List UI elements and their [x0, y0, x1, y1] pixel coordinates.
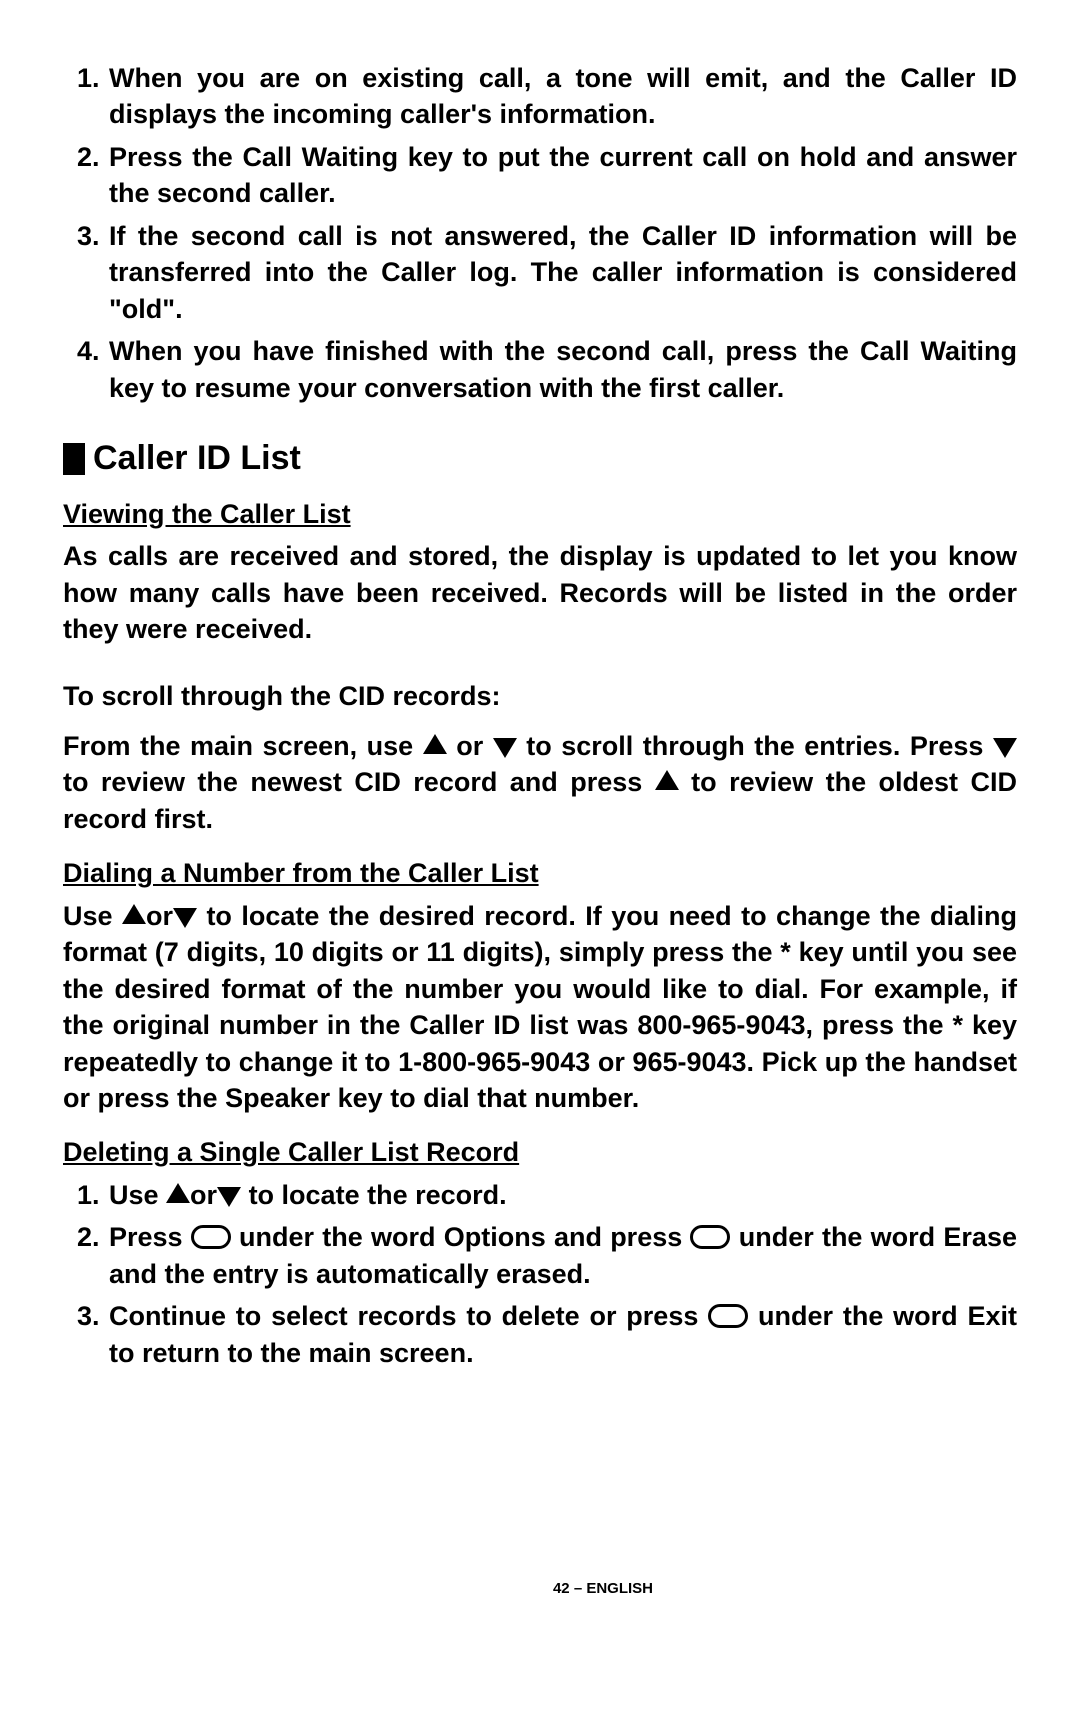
subheading-viewing: Viewing the Caller List — [63, 496, 1017, 532]
numbered-list-delete: Use or to locate the record. Press under… — [63, 1177, 1017, 1371]
key-name: Options — [444, 1222, 546, 1252]
body-text: Use or to locate the desired record. If … — [63, 898, 1017, 1117]
text-fragment: and press — [546, 1222, 683, 1252]
text-fragment: to locate the record. — [249, 1180, 507, 1210]
text-fragment: or — [146, 901, 173, 931]
text-fragment: key to dial that number. — [330, 1083, 639, 1113]
soft-key-icon — [191, 1225, 231, 1249]
body-text: key to resume your conversation with the… — [109, 373, 784, 403]
bullet-square-icon — [63, 443, 85, 475]
down-arrow-icon — [493, 738, 517, 758]
text-fragment: or — [190, 1180, 217, 1210]
up-arrow-icon — [166, 1183, 190, 1203]
text-fragment: Use — [63, 901, 113, 931]
text-fragment: to review the newest CID record and pres… — [63, 767, 642, 797]
list-item: When you have finished with the second c… — [107, 333, 1017, 406]
text-fragment: and the entry is automatically erased. — [109, 1259, 591, 1289]
body-text: If the second call is not answered, the … — [109, 221, 1017, 324]
up-arrow-icon — [423, 734, 447, 754]
down-arrow-icon — [217, 1187, 241, 1207]
text-fragment: to return to the main screen. — [109, 1338, 474, 1368]
body-text: As calls are received and stored, the di… — [63, 538, 1017, 647]
list-item: Press the Call Waiting key to put the cu… — [107, 139, 1017, 212]
list-item: Press under the word Options and press u… — [107, 1219, 1017, 1292]
subheading-deleting: Deleting a Single Caller List Record — [63, 1134, 1017, 1170]
body-text: To scroll through the CID records: — [63, 678, 1017, 714]
soft-key-icon — [690, 1225, 730, 1249]
section-title: Caller ID List — [93, 436, 301, 482]
list-item: When you are on existing call, a tone wi… — [107, 60, 1017, 133]
text-fragment: to locate the desired record. If you nee… — [63, 901, 1017, 1113]
text-fragment: under the word — [239, 1222, 444, 1252]
numbered-list-intro: When you are on existing call, a tone wi… — [63, 60, 1017, 406]
list-item: Use or to locate the record. — [107, 1177, 1017, 1213]
body-text: From the main screen, use or to scroll t… — [63, 728, 1017, 837]
text-fragment: Use — [109, 1180, 159, 1210]
up-arrow-icon — [122, 904, 146, 924]
text-fragment: under the word — [739, 1222, 944, 1252]
list-item: Continue to select records to delete or … — [107, 1298, 1017, 1371]
body-text: Press the — [109, 142, 242, 172]
key-name: Exit — [967, 1301, 1017, 1331]
text-fragment: to scroll through the entries. Press — [526, 731, 983, 761]
subheading-dialing: Dialing a Number from the Caller List — [63, 855, 1017, 891]
down-arrow-icon — [993, 738, 1017, 758]
down-arrow-icon — [173, 908, 197, 928]
text-fragment: Press — [109, 1222, 183, 1252]
section-heading: Caller ID List — [63, 436, 1017, 482]
up-arrow-icon — [655, 770, 679, 790]
body-text: When you have finished with the second c… — [109, 336, 860, 366]
key-name: Erase — [943, 1222, 1017, 1252]
key-name: Call Waiting — [860, 336, 1017, 366]
key-name: Speaker — [225, 1083, 330, 1113]
body-text: When you are on existing call, a tone wi… — [109, 63, 1017, 129]
text-fragment: under the word — [758, 1301, 967, 1331]
page-footer: 42 – ENGLISH — [63, 1579, 1080, 1599]
text-fragment: From the main screen, use — [63, 731, 413, 761]
text-fragment: Continue to select records to delete or … — [109, 1301, 708, 1331]
key-name: Call Waiting — [242, 142, 398, 172]
list-item: If the second call is not answered, the … — [107, 218, 1017, 327]
soft-key-icon — [708, 1304, 748, 1328]
text-fragment: or — [456, 731, 483, 761]
